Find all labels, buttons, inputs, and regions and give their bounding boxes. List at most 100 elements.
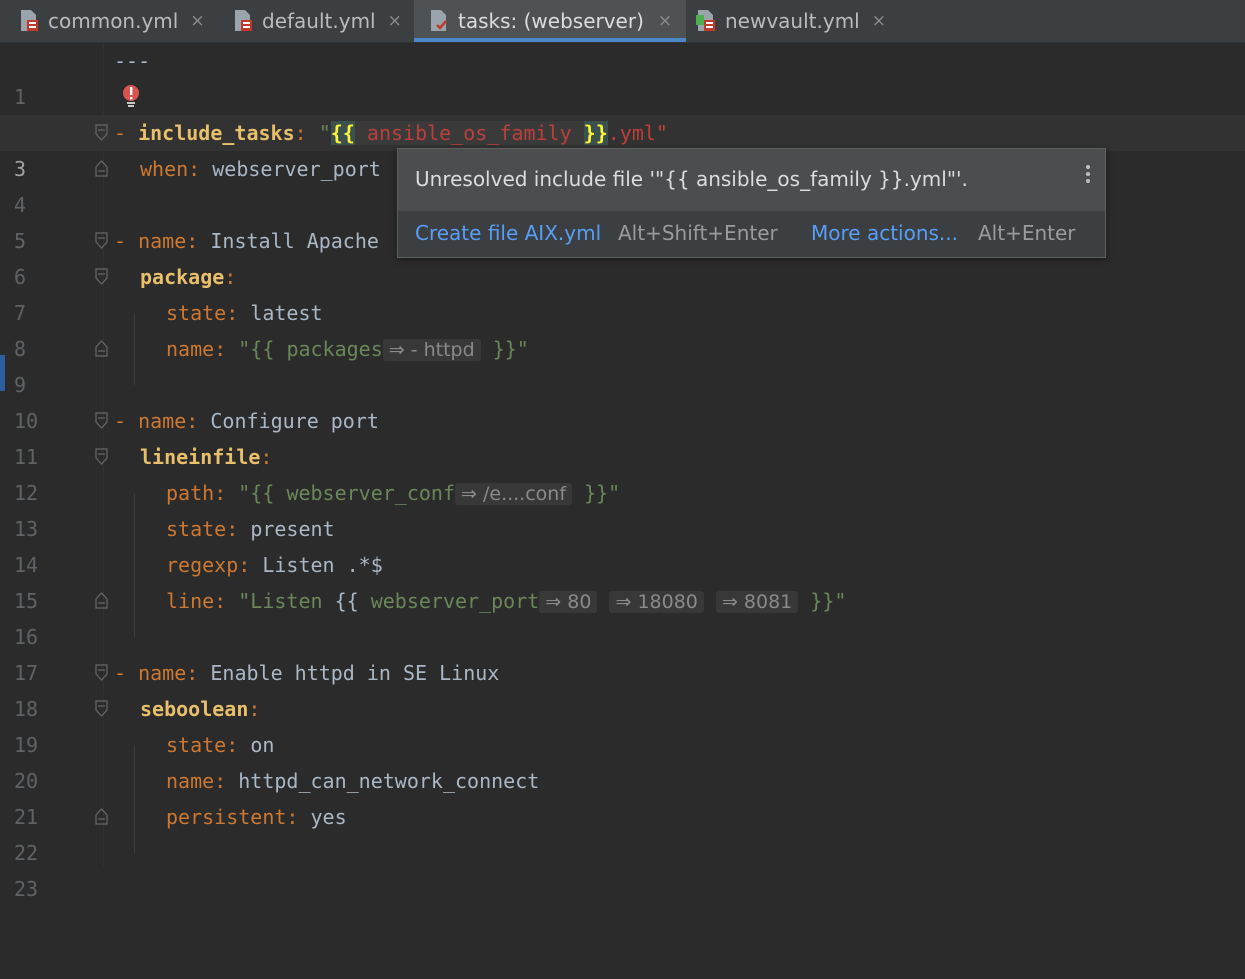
inlay-hint[interactable]: ⇒ 8081 — [715, 591, 799, 613]
code-text: name: httpd_can_network_connect — [166, 763, 539, 799]
code-text: state: present — [166, 511, 335, 547]
fold-open-icon[interactable] — [95, 268, 108, 285]
colon: : — [226, 301, 251, 325]
ansible-file-icon — [232, 9, 254, 33]
fold-open-icon[interactable] — [95, 412, 108, 429]
inlay-hint[interactable]: ⇒ 80 — [539, 591, 598, 613]
string: }}" — [572, 481, 621, 505]
more-actions-link[interactable]: More actions... — [811, 221, 958, 245]
fold-open-icon[interactable] — [95, 664, 108, 681]
tab-default-yml[interactable]: default.yml × — [232, 0, 402, 42]
yaml-value: Listen .*$ — [262, 553, 383, 577]
yaml-key: package — [140, 265, 225, 289]
code-line: 11 - name: Configure port — [0, 403, 1245, 469]
fold-end-icon[interactable] — [95, 808, 108, 825]
colon: : — [214, 337, 239, 361]
fold-end-icon[interactable] — [95, 160, 108, 177]
string: }}" — [480, 337, 529, 361]
list-dash: - — [114, 229, 139, 253]
yaml-value: Enable httpd in SE Linux — [210, 661, 500, 685]
colon: : — [294, 121, 319, 145]
tab-title: newvault.yml — [725, 9, 860, 33]
tab-newvault-yml[interactable]: newvault.yml × — [695, 0, 886, 42]
code-line: 15 regexp: Listen .*$ — [0, 547, 1245, 613]
yaml-key: state — [166, 301, 227, 325]
yaml-key: name — [138, 229, 187, 253]
code-line: 14 state: present — [0, 511, 1245, 577]
popup-message: Unresolved include file '"{{ ansible_os_… — [415, 167, 968, 191]
yaml-key: name — [138, 409, 187, 433]
ansible-file-icon — [18, 9, 40, 33]
yaml-value: Install Apache — [210, 229, 379, 253]
code-text: - name: Enable httpd in SE Linux — [114, 655, 499, 691]
code-line: 18 - name: Enable httpd in SE Linux — [0, 655, 1245, 721]
code-text: persistent: yes — [166, 799, 347, 835]
popup-actions: Create file AIX.yml Alt+Shift+Enter More… — [398, 211, 1105, 257]
close-icon[interactable]: × — [388, 11, 402, 31]
create-file-action[interactable]: Create file AIX.yml — [415, 221, 601, 245]
colon: : — [238, 553, 263, 577]
code-text: - name: Configure port — [114, 403, 379, 439]
colon: : — [286, 805, 311, 829]
yaml-value: yes — [310, 805, 347, 829]
more-options-icon[interactable] — [1085, 165, 1091, 187]
code-line: 19 seboolean: — [0, 691, 1245, 757]
jinja-variable: packages — [286, 337, 383, 361]
colon: : — [226, 517, 251, 541]
code-line: 20 state: on — [0, 727, 1245, 793]
colon: : — [214, 589, 239, 613]
close-icon[interactable]: × — [190, 11, 204, 31]
string: "{{ — [238, 337, 287, 361]
close-icon[interactable]: × — [658, 11, 672, 31]
colon: : — [224, 265, 237, 289]
colon: : — [186, 409, 211, 433]
list-dash: - — [114, 409, 139, 433]
yaml-key: seboolean — [140, 697, 249, 721]
code-text: path: "{{ webserver_conf ⇒ /e....conf }}" — [166, 475, 620, 512]
code-line: 12 lineinfile: — [0, 439, 1245, 505]
yaml-key: regexp — [166, 553, 239, 577]
more-actions-shortcut: Alt+Enter — [978, 221, 1076, 245]
tab-tasks-webserver[interactable]: tasks: (webserver) × — [414, 0, 687, 42]
create-file-shortcut: Alt+Shift+Enter — [618, 221, 778, 245]
yaml-value: Configure port — [210, 409, 379, 433]
colon: : — [260, 445, 273, 469]
code-line: 21 name: httpd_can_network_connect — [0, 763, 1245, 829]
unresolved-variable: ansible_os_family — [354, 121, 584, 145]
inlay-hint[interactable]: ⇒ - httpd — [382, 339, 481, 361]
code-text: lineinfile: — [140, 439, 272, 475]
fold-open-icon[interactable] — [95, 448, 108, 465]
inlay-hint[interactable]: ⇒ /e....conf — [455, 483, 573, 505]
line-number: 23 — [14, 877, 39, 901]
code-text: regexp: Listen .*$ — [166, 547, 383, 583]
fold-end-icon[interactable] — [95, 340, 108, 357]
tab-title: common.yml — [48, 9, 179, 33]
code-line: 8 state: latest — [0, 295, 1245, 361]
yaml-value: latest — [250, 301, 323, 325]
close-icon[interactable]: × — [872, 11, 886, 31]
string-tail: .yml" — [607, 121, 668, 145]
code-text: line: "Listen {{ webserver_port ⇒ 80 ⇒ 18… — [166, 583, 846, 620]
code-line: 10 — [0, 367, 1245, 433]
colon: : — [214, 769, 239, 793]
string: "{{ — [238, 481, 287, 505]
yaml-value: present — [250, 517, 335, 541]
code-text: - name: Install Apache — [114, 223, 379, 259]
error-bulb-icon[interactable] — [121, 83, 141, 113]
code-line: 17 — [0, 619, 1245, 685]
colon: : — [186, 661, 211, 685]
yaml-key: lineinfile — [140, 445, 261, 469]
code-text: name: "{{ packages ⇒ - httpd }}" — [166, 331, 529, 368]
fold-open-icon[interactable] — [95, 124, 108, 141]
fold-open-icon[interactable] — [95, 232, 108, 249]
tab-title: default.yml — [262, 9, 376, 33]
colon: : — [186, 229, 211, 253]
list-dash: - — [114, 121, 139, 145]
yaml-key: name — [166, 769, 215, 793]
inlay-hint[interactable]: ⇒ 18080 — [609, 591, 704, 613]
yaml-value: on — [250, 733, 275, 757]
yaml-key: when — [140, 157, 189, 181]
tab-common-yml[interactable]: common.yml × — [18, 0, 205, 42]
fold-end-icon[interactable] — [95, 592, 108, 609]
fold-open-icon[interactable] — [95, 700, 108, 717]
